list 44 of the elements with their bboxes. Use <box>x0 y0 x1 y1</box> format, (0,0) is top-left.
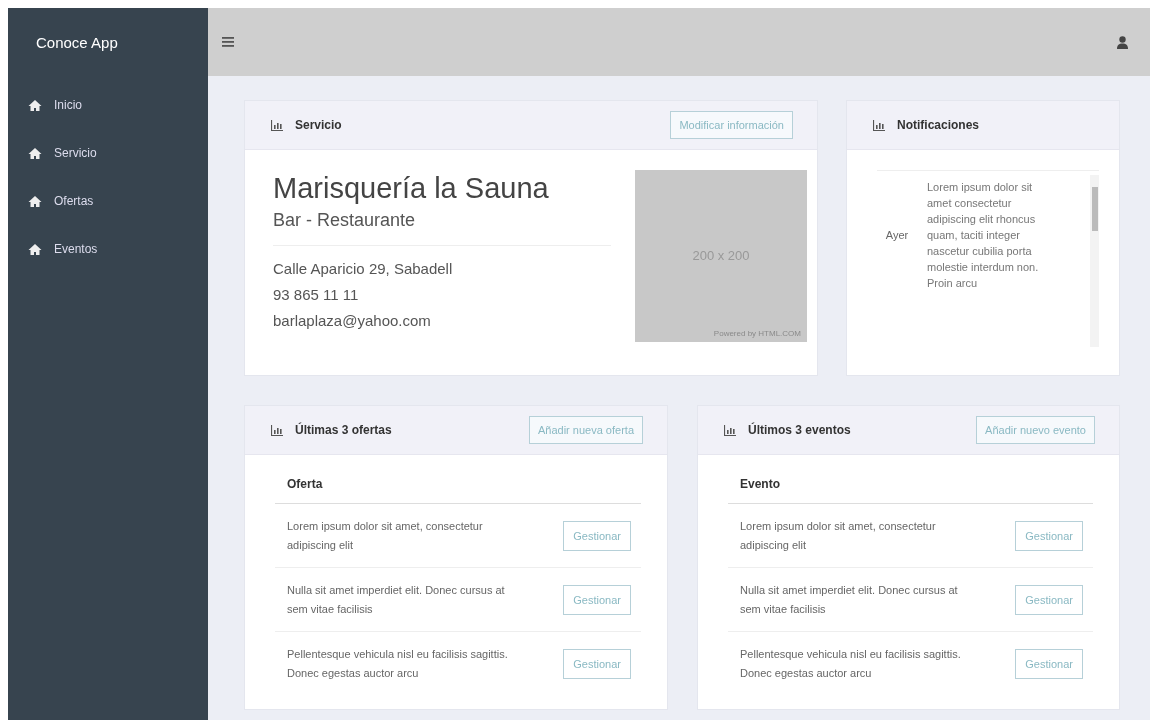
business-name: Marisquería la Sauna <box>273 171 550 206</box>
column-header: Evento <box>728 467 1093 504</box>
table-cell-text: Nulla sit amet imperdiet elit. Donec cursus at sem vitae facilisis <box>740 582 959 617</box>
sidebar-item[interactable]: Ofertas <box>8 177 208 225</box>
chart-icon <box>873 119 885 131</box>
header-button[interactable]: Añadir nueva oferta <box>529 416 643 444</box>
card-title: Notificaciones <box>897 118 981 132</box>
chart-icon <box>724 424 736 436</box>
home-icon <box>28 243 42 255</box>
scrollbar[interactable] <box>1090 175 1099 347</box>
manage-button[interactable]: Gestionar <box>563 648 631 679</box>
card-title: Últimos 3 eventos <box>748 423 852 437</box>
sidebar-item[interactable]: Eventos <box>8 225 208 273</box>
table-cell-text: Lorem ipsum dolor sit amet, consectetur adipiscing elit <box>740 518 937 553</box>
home-icon <box>28 195 42 207</box>
app-brand: Conoce App <box>35 33 119 53</box>
manage-button[interactable]: Gestionar <box>1015 648 1083 679</box>
column-header: Oferta <box>275 467 641 504</box>
home-icon <box>28 99 42 111</box>
header-button[interactable]: Modificar información <box>670 111 793 139</box>
notification-date: Ayer <box>884 229 910 241</box>
chart-icon <box>271 119 283 131</box>
business-phone: 93 865 11 11 <box>273 285 360 305</box>
user-icon[interactable] <box>1117 35 1128 49</box>
header-button[interactable]: Añadir nuevo evento <box>976 416 1095 444</box>
table-cell-text: Lorem ipsum dolor sit amet, consectetur adipiscing elit <box>287 518 484 553</box>
manage-button[interactable]: Gestionar <box>1015 520 1083 551</box>
card-title: Últimas 3 ofertas <box>295 423 393 437</box>
manage-button[interactable]: Gestionar <box>563 520 631 551</box>
table-cell-text: Nulla sit amet imperdiet elit. Donec cursus at sem vitae facilisis <box>287 582 506 617</box>
manage-button[interactable]: Gestionar <box>563 584 631 615</box>
business-email: barlaplaza@yahoo.com <box>273 311 432 331</box>
sidebar-item[interactable]: Inicio <box>8 81 208 129</box>
business-category: Bar - Restaurante <box>273 210 417 231</box>
notification-text: Lorem ipsum dolor sit amet consectetur adipiscing elit rhoncus quam, taciti integer nascetur cubilia porta molestie interdum non. Proin arcu <box>927 180 1040 291</box>
business-address: Calle Aparicio 29, Sabadell <box>273 259 454 279</box>
table-cell-text: Pellentesque vehicula nisl eu facilisis sagittis. Donec egestas auctor arcu <box>287 646 509 681</box>
chart-icon <box>271 424 283 436</box>
card-title: Servicio <box>295 118 343 132</box>
menu-icon[interactable] <box>222 37 234 47</box>
table-cell-text: Pellentesque vehicula nisl eu facilisis sagittis. Donec egestas auctor arcu <box>740 646 962 681</box>
home-icon <box>28 147 42 159</box>
sidebar-item[interactable]: Servicio <box>8 129 208 177</box>
manage-button[interactable]: Gestionar <box>1015 584 1083 615</box>
